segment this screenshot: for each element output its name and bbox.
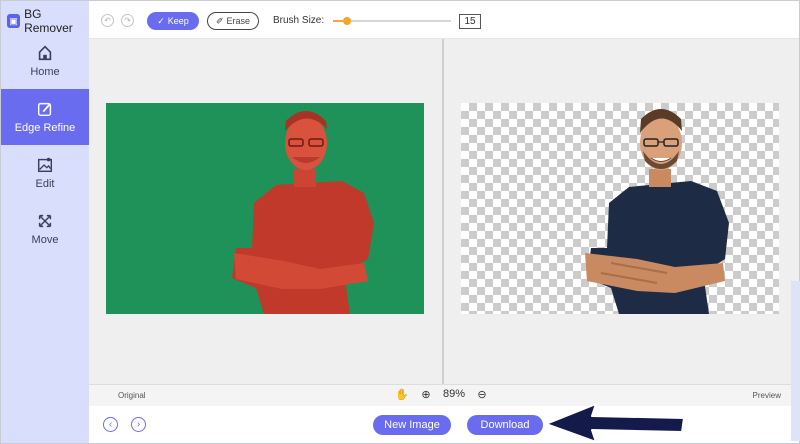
eraser-icon: ✐	[215, 15, 224, 26]
chevron-right-icon: ›	[136, 419, 141, 430]
sidebar-item-home[interactable]: Home	[1, 33, 89, 89]
app-logo-icon: ▣	[7, 14, 21, 28]
redo-icon: ↷	[124, 16, 131, 25]
window-edge-strip	[791, 281, 800, 441]
image-edit-icon	[37, 157, 53, 173]
zoom-level: 89%	[443, 388, 466, 400]
sidebar-item-edge-refine[interactable]: Edge Refine	[1, 89, 89, 145]
chevron-left-icon: ‹	[108, 419, 113, 430]
brush-size-label: Brush Size:	[273, 15, 325, 26]
original-label: Original	[118, 391, 146, 400]
person-cutout	[585, 109, 729, 314]
next-button[interactable]: ›	[131, 417, 146, 432]
sidebar: ▣ BG Remover Home Edge Refine Edit Move	[1, 1, 89, 443]
panel-divider	[442, 39, 444, 384]
erase-button[interactable]: ✐ Erase	[207, 12, 259, 30]
toolbar: ↶ ↷ ✓ Keep ✐ Erase Brush Size: 15	[89, 1, 799, 39]
keep-label: Keep	[167, 16, 189, 26]
keep-button[interactable]: ✓ Keep	[147, 12, 199, 30]
previous-button[interactable]: ‹	[103, 417, 118, 432]
brush-size-value[interactable]: 15	[459, 14, 481, 29]
slider-fill	[333, 20, 343, 22]
move-icon	[38, 214, 52, 228]
home-icon	[38, 45, 52, 61]
sidebar-item-label: Edit	[35, 178, 55, 190]
original-image[interactable]	[106, 103, 424, 314]
app-title: ▣ BG Remover	[7, 7, 89, 35]
bottom-bar: ‹ › New Image Download	[89, 406, 799, 443]
download-button[interactable]: Download	[467, 415, 543, 435]
preview-label: Preview	[752, 391, 781, 400]
app-title-text: BG Remover	[24, 7, 73, 35]
slider-thumb[interactable]	[343, 17, 351, 25]
person-red-overlay	[106, 103, 424, 314]
canvas-area	[89, 39, 799, 384]
preview-image	[461, 103, 779, 314]
erase-label: Erase	[226, 16, 251, 26]
redo-button[interactable]: ↷	[121, 14, 134, 27]
hand-pan-icon[interactable]: ✋	[395, 387, 409, 401]
sidebar-item-label: Move	[31, 234, 59, 246]
zoom-out-icon[interactable]: ⊖	[475, 387, 489, 401]
sidebar-item-edit[interactable]: Edit	[1, 145, 89, 201]
brush-size-slider[interactable]	[333, 17, 451, 25]
zoom-in-icon[interactable]: ⊕	[419, 387, 433, 401]
status-bar: Original ✋ ⊕ 89% ⊖ Preview	[89, 384, 799, 406]
sidebar-item-move[interactable]: Move	[1, 201, 89, 257]
edge-refine-icon	[37, 102, 52, 117]
new-image-button[interactable]: New Image	[373, 415, 451, 435]
sidebar-item-label: Home	[30, 66, 60, 78]
app-window: ▣ BG Remover Home Edge Refine Edit Move …	[0, 0, 800, 444]
sidebar-item-label: Edge Refine	[14, 122, 76, 134]
zoom-controls: ✋ ⊕ 89% ⊖	[395, 387, 489, 401]
brush-check-icon: ✓	[157, 15, 165, 26]
undo-button[interactable]: ↶	[101, 14, 114, 27]
undo-icon: ↶	[104, 16, 111, 25]
